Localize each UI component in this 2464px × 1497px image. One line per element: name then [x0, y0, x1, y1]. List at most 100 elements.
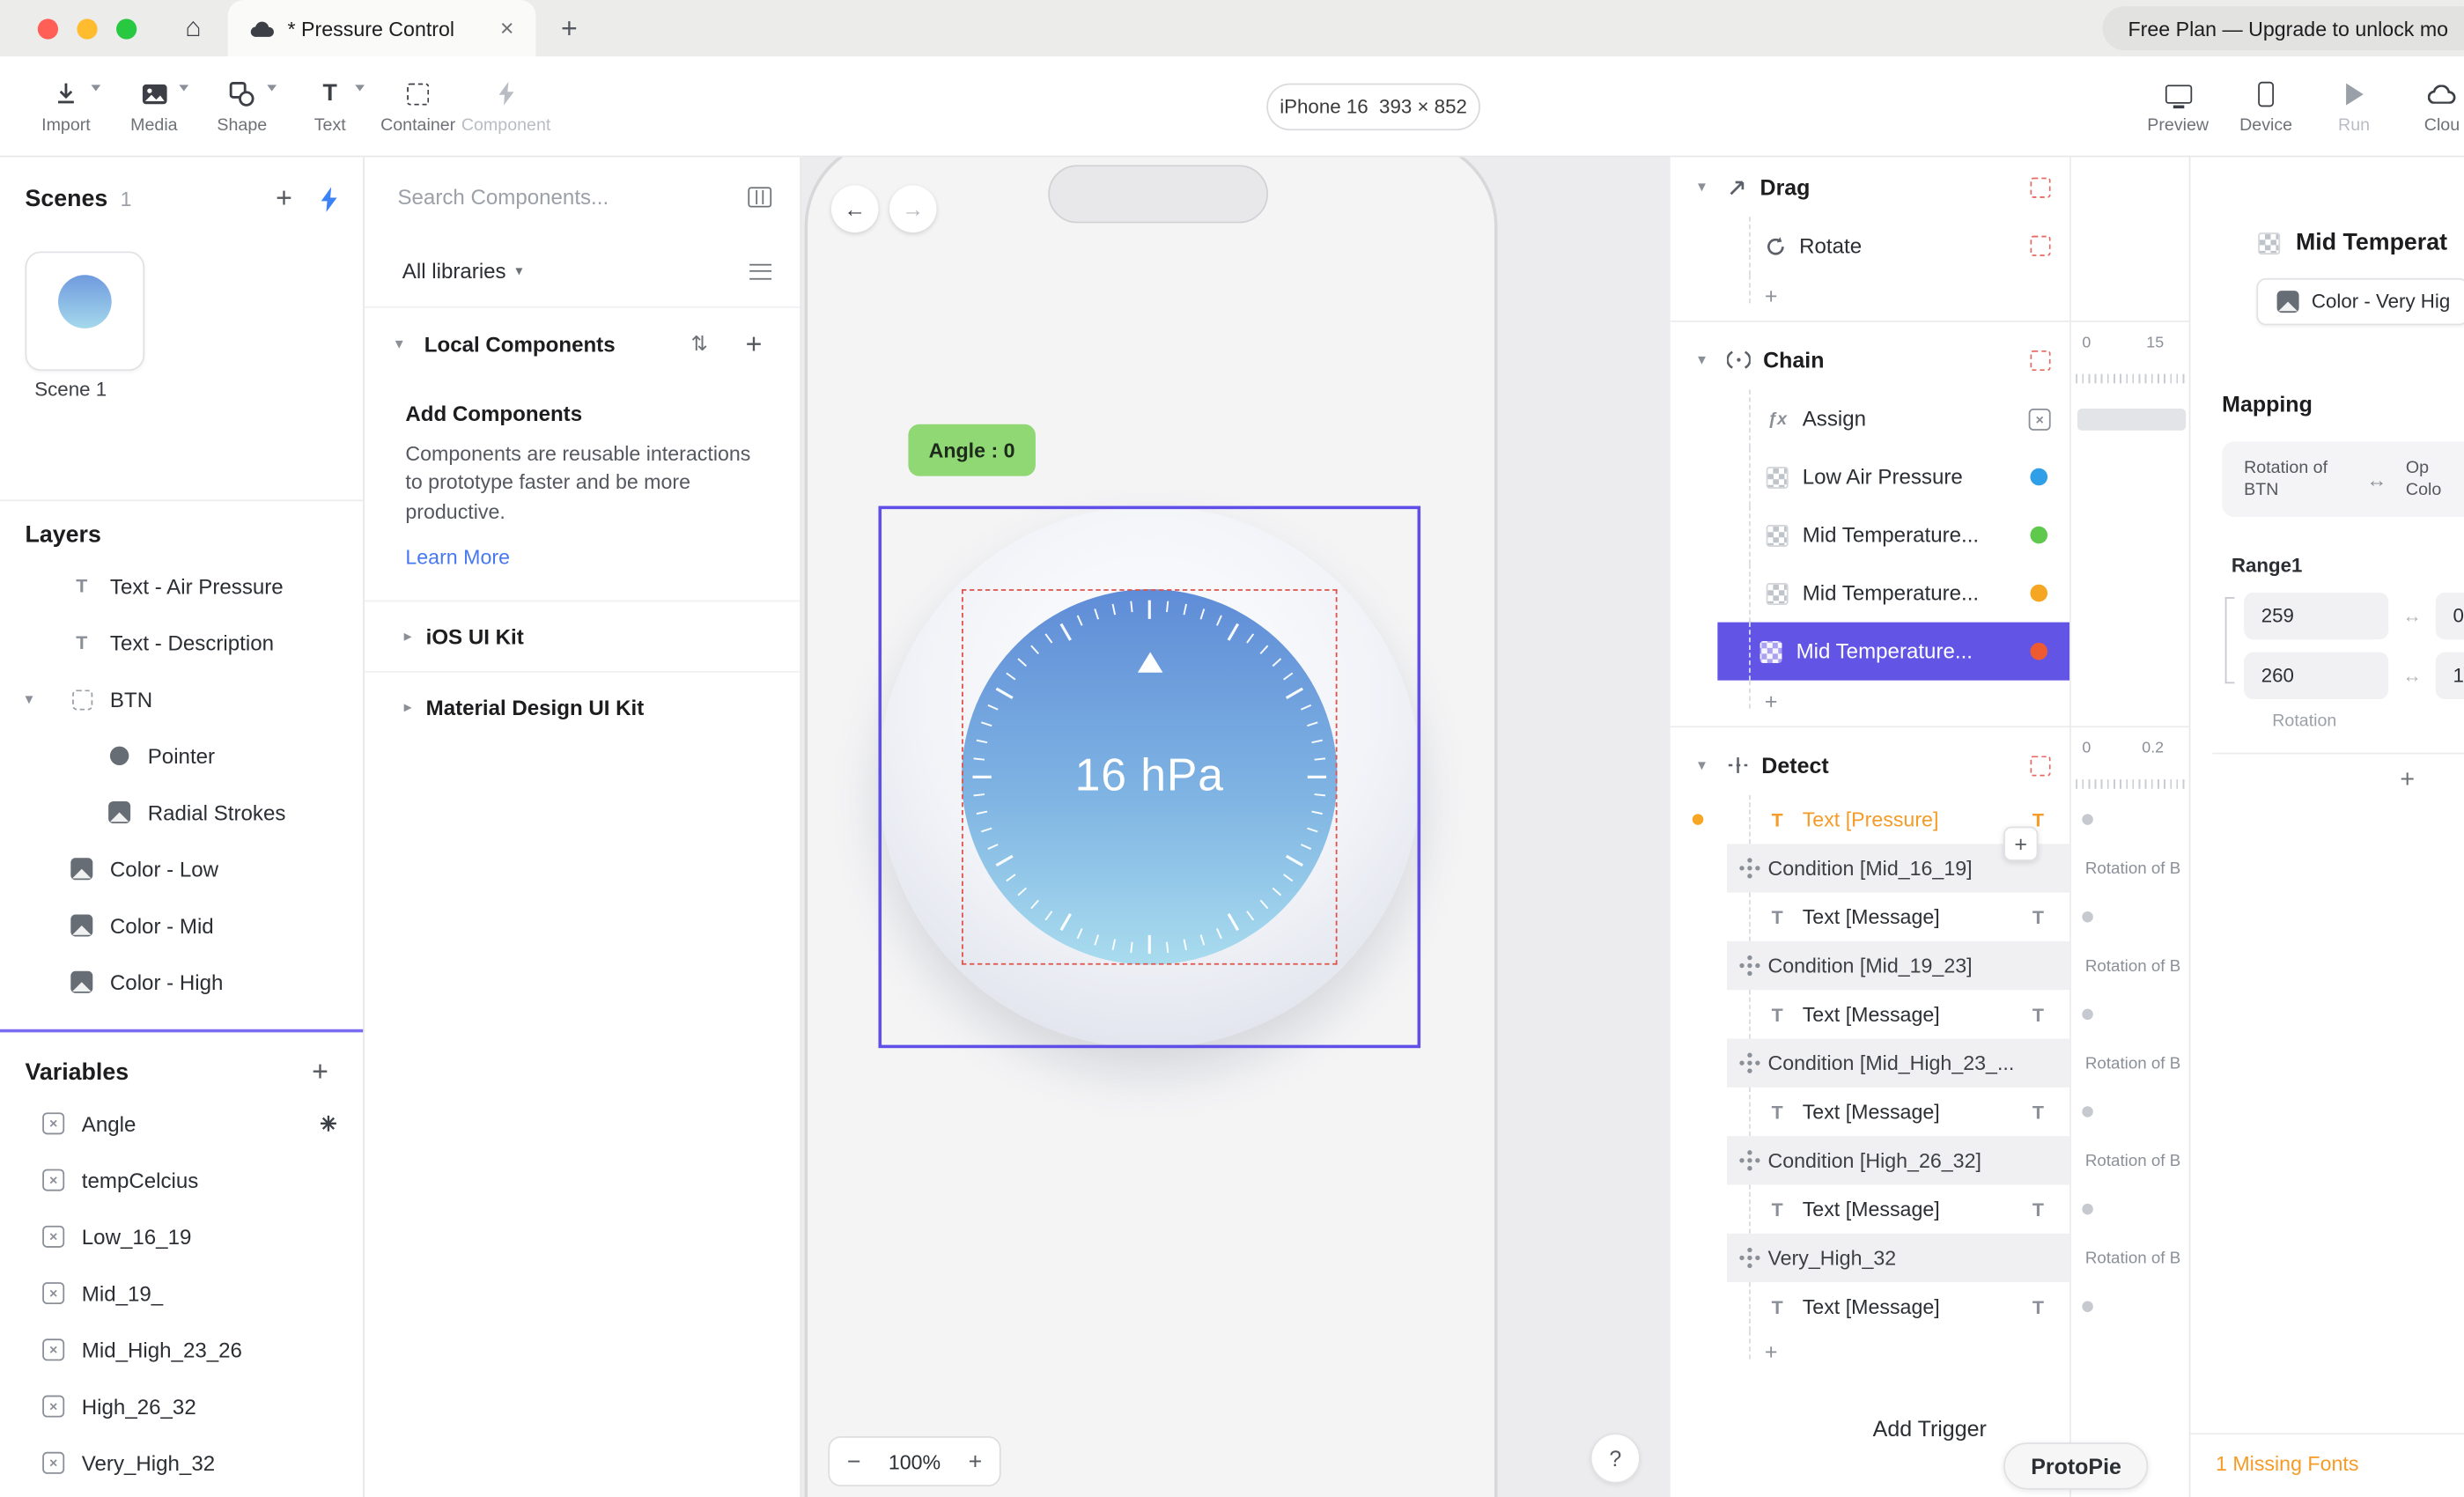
layer-pointer[interactable]: Pointer — [0, 727, 363, 784]
variable-mid-high-23-26[interactable]: × Mid_High_23_26 — [0, 1322, 363, 1378]
tool-text[interactable]: T Text — [286, 56, 374, 157]
range-to-input-1[interactable]: 0 — [2436, 593, 2464, 640]
trigger-chain[interactable]: ▾ Chain 0 15 — [1671, 330, 2189, 390]
response-text-message[interactable]: T Text [Message] T — [1671, 990, 2189, 1038]
zoom-window-button[interactable] — [116, 18, 136, 39]
add-range-button[interactable]: + — [2388, 767, 2426, 795]
variable-very-high-32[interactable]: × Very_High_32 — [0, 1434, 363, 1491]
tool-media[interactable]: Media — [110, 56, 198, 157]
tool-shape[interactable]: Shape — [198, 56, 286, 157]
range-from-input-1[interactable]: 259 — [2244, 593, 2388, 640]
scene-name[interactable]: Scene 1 — [34, 379, 107, 401]
target-layer-chip[interactable]: Color - Very Hig — [2256, 278, 2464, 326]
tab-close-button[interactable]: × — [494, 15, 520, 41]
help-button[interactable]: ? — [1590, 1433, 1641, 1483]
scene-back-button[interactable]: ← — [831, 186, 879, 233]
document-tab[interactable]: * Pressure Control × — [228, 0, 536, 56]
home-button[interactable]: ⌂ — [171, 12, 215, 44]
condition-mid-16-19[interactable]: Condition [Mid_16_19] Rotation of B — [1671, 844, 2189, 892]
variable-angle[interactable]: × Angle — [0, 1095, 363, 1152]
layer-radial-strokes[interactable]: Radial Strokes — [0, 784, 363, 840]
sort-icon[interactable]: ⇅ — [690, 332, 707, 358]
scene-forward-button[interactable]: → — [889, 186, 937, 233]
response-assign[interactable]: ƒx Assign × — [1671, 390, 2189, 448]
collapse-caret-icon[interactable]: ▾ — [1689, 756, 1715, 774]
range-from-input-2[interactable]: 260 — [2244, 653, 2388, 700]
response-mid-temperature-2[interactable]: Mid Temperature... — [1671, 564, 2189, 623]
response-mid-temperature-3-selected[interactable]: Mid Temperature... — [1671, 623, 2189, 681]
timeline-cell[interactable] — [2069, 795, 2189, 844]
learn-more-link[interactable]: Learn More — [405, 546, 510, 570]
trigger-detect[interactable]: ▾ Detect 0 0.2 — [1671, 735, 2189, 795]
library-ios-ui-kit[interactable]: ▸ iOS UI Kit — [365, 601, 800, 671]
layer-color-mid[interactable]: Color - Mid — [0, 897, 363, 954]
collapse-caret-icon[interactable]: ▾ — [1689, 351, 1715, 369]
response-text-message[interactable]: T Text [Message] T — [1671, 1282, 2189, 1331]
keyframe-dot[interactable] — [2082, 1009, 2092, 1020]
library-material-ui-kit[interactable]: ▸ Material Design UI Kit — [365, 672, 800, 742]
libraries-dropdown[interactable]: All libraries — [402, 259, 506, 283]
layer-text-air-pressure[interactable]: T Text - Air Pressure — [0, 557, 363, 614]
layer-text-description[interactable]: T Text - Description — [0, 615, 363, 671]
add-component-button[interactable]: + — [736, 328, 771, 360]
response-text-pressure[interactable]: T Text [Pressure] T — [1671, 795, 2189, 844]
condition-mid-19-23[interactable]: Condition [Mid_19_23] Rotation of B — [1671, 941, 2189, 990]
collapse-caret-icon[interactable]: ▾ — [1689, 179, 1715, 196]
tool-cloud[interactable]: Clou — [2398, 56, 2464, 157]
free-plan-banner[interactable]: Free Plan — Upgrade to unlock mo — [2103, 6, 2464, 50]
timeline-cell[interactable] — [2069, 893, 2189, 941]
condition-high-26-32[interactable]: Condition [High_26_32] Rotation of B — [1671, 1136, 2189, 1184]
zoom-out-button[interactable]: − — [847, 1448, 861, 1474]
canvas[interactable]: ← → Angle : 0 16 hPa − 100% + ? — [801, 157, 1671, 1497]
layer-color-high[interactable]: Color - High — [0, 954, 363, 1010]
zoom-in-button[interactable]: + — [969, 1448, 983, 1474]
layer-color-low[interactable]: Color - Low — [0, 841, 363, 897]
keyframe-dot[interactable] — [2082, 1301, 2092, 1311]
trigger-drag[interactable]: ▾ Drag — [1671, 157, 2189, 217]
variable-low-16-19[interactable]: × Low_16_19 — [0, 1208, 363, 1265]
layer-btn[interactable]: ▾ BTN — [0, 671, 363, 727]
close-window-button[interactable] — [38, 18, 58, 39]
angle-variable-badge[interactable]: Angle : 0 — [908, 424, 1035, 476]
add-response-row[interactable]: + — [1671, 1331, 2189, 1371]
keyframe-dot[interactable] — [2082, 911, 2092, 922]
zoom-level[interactable]: 100% — [889, 1449, 941, 1473]
timeline-cell[interactable] — [2069, 217, 2189, 275]
local-components-header[interactable]: Local Components — [424, 332, 678, 356]
new-tab-button[interactable]: + — [561, 11, 578, 44]
timeline-cell[interactable] — [2069, 506, 2189, 564]
response-rotate[interactable]: Rotate — [1671, 217, 2189, 275]
timeline-cell[interactable] — [2069, 157, 2189, 217]
collapse-caret-icon[interactable]: ▾ — [26, 690, 33, 708]
timeline-bar[interactable] — [2077, 408, 2186, 430]
keyframe-dot[interactable] — [2082, 1204, 2092, 1214]
response-low-air-pressure[interactable]: Low Air Pressure — [1671, 448, 2189, 506]
chain-timeline-ruler[interactable]: 0 15 — [2069, 330, 2189, 390]
add-response-row[interactable]: + — [1671, 681, 2189, 721]
timeline-cell[interactable]: Rotation of B — [2069, 844, 2189, 892]
timeline-cell[interactable] — [2069, 448, 2189, 506]
add-response-row[interactable]: + — [1671, 275, 2189, 315]
protopie-badge[interactable]: ProtoPie — [2004, 1442, 2148, 1490]
tool-import[interactable]: Import — [22, 56, 110, 157]
list-view-icon[interactable] — [749, 263, 771, 279]
detect-timeline-ruler[interactable]: 0 0.2 — [2069, 735, 2189, 795]
add-scene-button[interactable]: + — [266, 182, 301, 215]
condition-mid-high-23[interactable]: Condition [Mid_High_23_... Rotation of B — [1671, 1038, 2189, 1087]
response-text-message[interactable]: T Text [Message] T — [1671, 1088, 2189, 1136]
tool-container[interactable]: Container — [374, 56, 462, 157]
tool-device[interactable]: Device — [2222, 56, 2310, 157]
response-text-message[interactable]: T Text [Message] T — [1671, 1184, 2189, 1233]
timeline-cell[interactable] — [2069, 390, 2189, 448]
variable-mid-19[interactable]: × Mid_19_ — [0, 1265, 363, 1321]
missing-fonts-warning[interactable]: 1 Missing Fonts — [2190, 1433, 2463, 1497]
minimize-window-button[interactable] — [77, 18, 97, 39]
scene-thumbnail[interactable] — [26, 252, 145, 372]
variable-tempcelcius[interactable]: × tempCelcius — [0, 1152, 363, 1208]
add-variable-button[interactable]: + — [302, 1056, 337, 1088]
device-selector[interactable]: iPhone 16 393 × 852 — [1266, 84, 1480, 131]
range-to-input-2[interactable]: 100 — [2436, 653, 2464, 700]
keyframe-dot[interactable] — [2082, 1106, 2092, 1117]
response-text-message[interactable]: T Text [Message] T — [1671, 893, 2189, 941]
timeline-cell[interactable] — [2069, 564, 2189, 623]
